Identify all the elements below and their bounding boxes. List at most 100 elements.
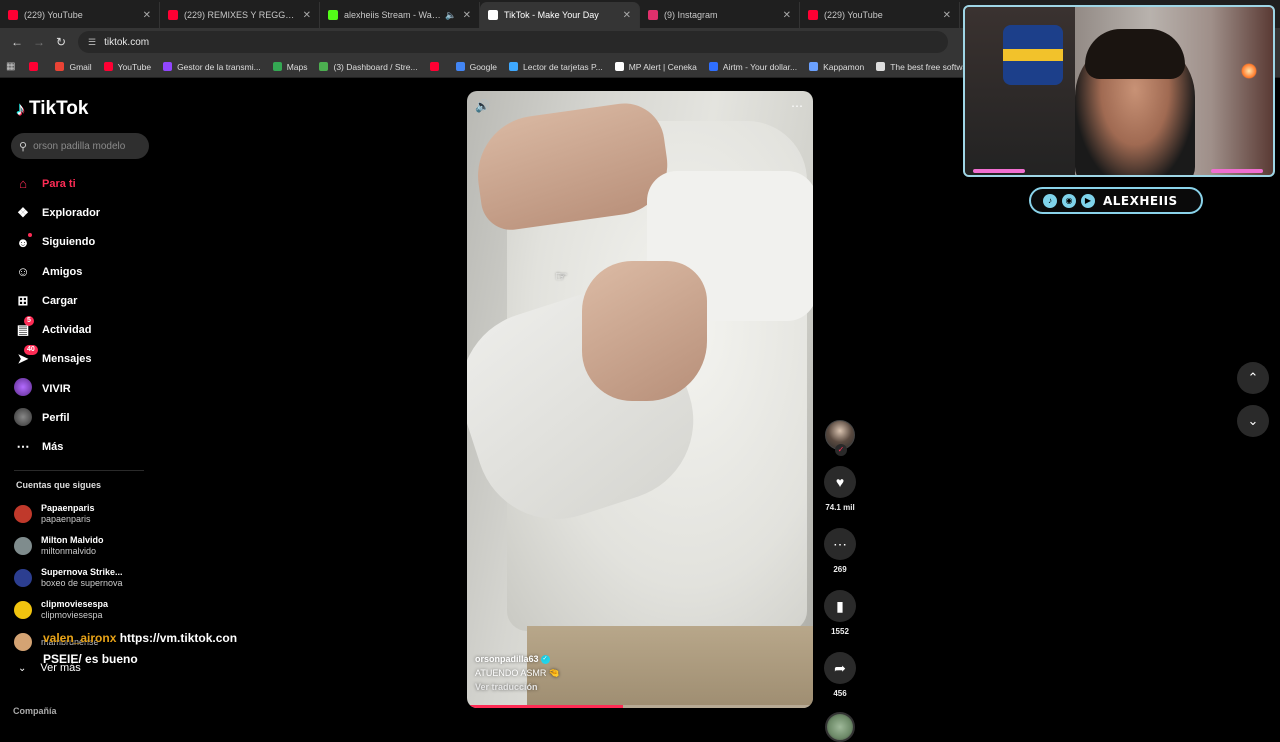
video-progress-bar[interactable]: [467, 705, 813, 708]
site-info-icon[interactable]: ☰: [88, 37, 96, 48]
bookmark-item[interactable]: Kappamon: [809, 62, 864, 72]
volume-icon[interactable]: 🔊: [475, 99, 490, 113]
save-action[interactable]: ▮ 1552: [824, 590, 856, 636]
tab-title: (9) Instagram: [664, 10, 718, 20]
search-input[interactable]: ⚲ orson padilla modelo: [11, 133, 149, 159]
nav-item-más[interactable]: ⋯ Más: [14, 433, 100, 462]
bookmark-item[interactable]: The best free softwa...: [876, 62, 974, 72]
bookmark-item[interactable]: [29, 62, 43, 71]
company-link[interactable]: Compañía: [13, 706, 57, 716]
tiktok-note-icon: ♪: [16, 98, 25, 119]
nav-item-amigos[interactable]: ☺ Amigos: [14, 257, 100, 286]
tab-title: TikTok - Make Your Day: [504, 10, 599, 20]
bookmark-label: (3) Dashboard / Stre...: [333, 61, 418, 72]
bookmark-favicon-icon: [509, 62, 518, 71]
bookmark-item[interactable]: Gmail: [55, 62, 92, 72]
bookmark-favicon-icon: [708, 62, 718, 71]
browser-tab[interactable]: (229) REMIXES Y REGGAETON C ✕: [160, 2, 320, 28]
nav-item-mensajes[interactable]: ➤ 40 Mensajes: [14, 345, 100, 374]
close-icon[interactable]: ✕: [943, 10, 951, 21]
close-icon[interactable]: ✕: [623, 10, 631, 21]
next-video-button[interactable]: ⌄: [1237, 405, 1269, 437]
close-icon[interactable]: ✕: [143, 10, 151, 21]
followed-account[interactable]: Papaenparis papaenparis: [14, 498, 123, 530]
share-action[interactable]: ➦ 456: [824, 652, 856, 698]
address-bar[interactable]: ☰ tiktok.com: [78, 31, 948, 53]
previous-video-button[interactable]: ⌃: [1237, 362, 1269, 394]
close-icon[interactable]: ✕: [463, 10, 471, 21]
nav-item-perfil[interactable]: Perfil: [14, 403, 100, 432]
see-translation-link[interactable]: Ver traducción: [475, 680, 560, 694]
bookmark-item[interactable]: [429, 62, 444, 71]
bookmark-item[interactable]: Airtm - Your dollar...: [708, 62, 797, 72]
bookmark-item[interactable]: Gestor de la transmi...: [163, 62, 261, 72]
like-action[interactable]: ♥ 74.1 mil: [824, 466, 856, 512]
browser-tab[interactable]: (9) Instagram ✕: [640, 2, 800, 28]
browser-tab[interactable]: alexheiis Stream - Watch Live o 🔈 ✕: [320, 2, 480, 28]
heart-icon[interactable]: ♥: [824, 466, 856, 498]
bookmark-label: MP Alert | Ceneka: [628, 61, 697, 72]
bookmark-item[interactable]: (3) Dashboard / Stre...: [319, 61, 418, 72]
nav-label: Amigos: [42, 265, 83, 278]
video-player[interactable]: 🔊 ⋯ orsonpadilla63 ✓ ATUENDO ASMR 🤏 Ver t…: [467, 91, 813, 708]
bookmark-item[interactable]: Maps: [272, 62, 307, 72]
notification-badge: 40: [24, 345, 38, 356]
bookmark-label: Gestor de la transmi...: [177, 61, 261, 72]
sound-disc[interactable]: [825, 712, 855, 742]
bookmark-favicon-icon: [429, 62, 439, 71]
webcam-accent-bar: [1211, 169, 1263, 173]
bookmark-item[interactable]: Google: [455, 62, 497, 72]
followed-account[interactable]: Milton Malvido miltonmalvido: [14, 530, 123, 562]
avatar: [14, 601, 32, 619]
back-icon[interactable]: ←: [6, 31, 28, 53]
tiktok-logo[interactable]: ♪ TikTok: [16, 98, 88, 120]
bookmark-item[interactable]: YouTube: [103, 62, 151, 72]
close-icon[interactable]: ✕: [783, 10, 791, 21]
browser-tab[interactable]: (229) YouTube ✕: [800, 2, 960, 28]
mouse-cursor-icon: ☞: [555, 268, 568, 284]
bookmark-item[interactable]: Lector de tarjetas P...: [509, 62, 603, 72]
verified-icon: ✓: [540, 655, 550, 665]
browser-tab[interactable]: (229) YouTube ✕: [0, 2, 160, 28]
account-handle: papaenparis: [41, 514, 91, 524]
video-frame-hand: [582, 261, 707, 401]
tab-favicon-icon: [328, 10, 338, 20]
apps-grid-icon[interactable]: ▦: [6, 61, 15, 72]
comment-action[interactable]: ⋯ 269: [824, 528, 856, 574]
search-icon: ⚲: [19, 140, 28, 153]
followed-check-icon[interactable]: ✓: [835, 444, 847, 456]
nav-item-explorador[interactable]: ❖ Explorador: [14, 198, 100, 227]
bookmark-item[interactable]: MP Alert | Ceneka: [614, 61, 697, 72]
tab-favicon-icon: [648, 10, 658, 20]
bookmark-favicon-icon: [455, 62, 465, 71]
followed-account[interactable]: clipmoviesespa clipmoviesespa: [14, 594, 123, 626]
creator-avatar[interactable]: ✓: [825, 420, 855, 456]
followed-account[interactable]: Supernova Strike... boxeo de supernova: [14, 562, 123, 594]
youtube-icon: ▶: [1081, 193, 1095, 208]
bookmark-favicon-icon: [319, 62, 329, 71]
forward-icon[interactable]: →: [28, 31, 50, 53]
account-name: clipmoviesespa: [41, 599, 109, 609]
nav-item-vivir[interactable]: VIVIR: [14, 374, 100, 403]
video-author[interactable]: orsonpadilla63: [475, 654, 539, 664]
following-icon: ☻: [14, 232, 32, 250]
home-icon: ⌂: [19, 176, 27, 192]
nav-item-actividad[interactable]: ▤ 5 Actividad: [14, 315, 100, 344]
avatar: [14, 505, 32, 523]
close-icon[interactable]: ✕: [303, 10, 311, 21]
nav-item-siguiendo[interactable]: ☻ Siguiendo: [14, 228, 100, 257]
share-icon[interactable]: ➦: [824, 652, 856, 684]
nav-label: Perfil: [42, 412, 70, 425]
nav-item-cargar[interactable]: ⊞ Cargar: [14, 286, 100, 315]
tab-audio-icon[interactable]: 🔈: [445, 10, 456, 21]
browser-tab[interactable]: TikTok - Make Your Day ✕: [480, 2, 640, 28]
bookmark-icon[interactable]: ▮: [824, 590, 856, 622]
reload-icon[interactable]: ↻: [50, 31, 72, 53]
more-options-icon[interactable]: ⋯: [791, 99, 803, 113]
nav-item-para-ti[interactable]: ⌂ Para ti: [14, 169, 100, 198]
main-nav: ⌂ Para ti ❖ Explorador ☻ Siguiendo ☺ Amigos…: [14, 169, 100, 462]
comment-count: 269: [833, 565, 847, 574]
stream-handle: ALEXHEIIS: [1103, 193, 1178, 208]
comment-icon[interactable]: ⋯: [824, 528, 856, 560]
account-handle: clipmoviesespa: [41, 610, 103, 620]
